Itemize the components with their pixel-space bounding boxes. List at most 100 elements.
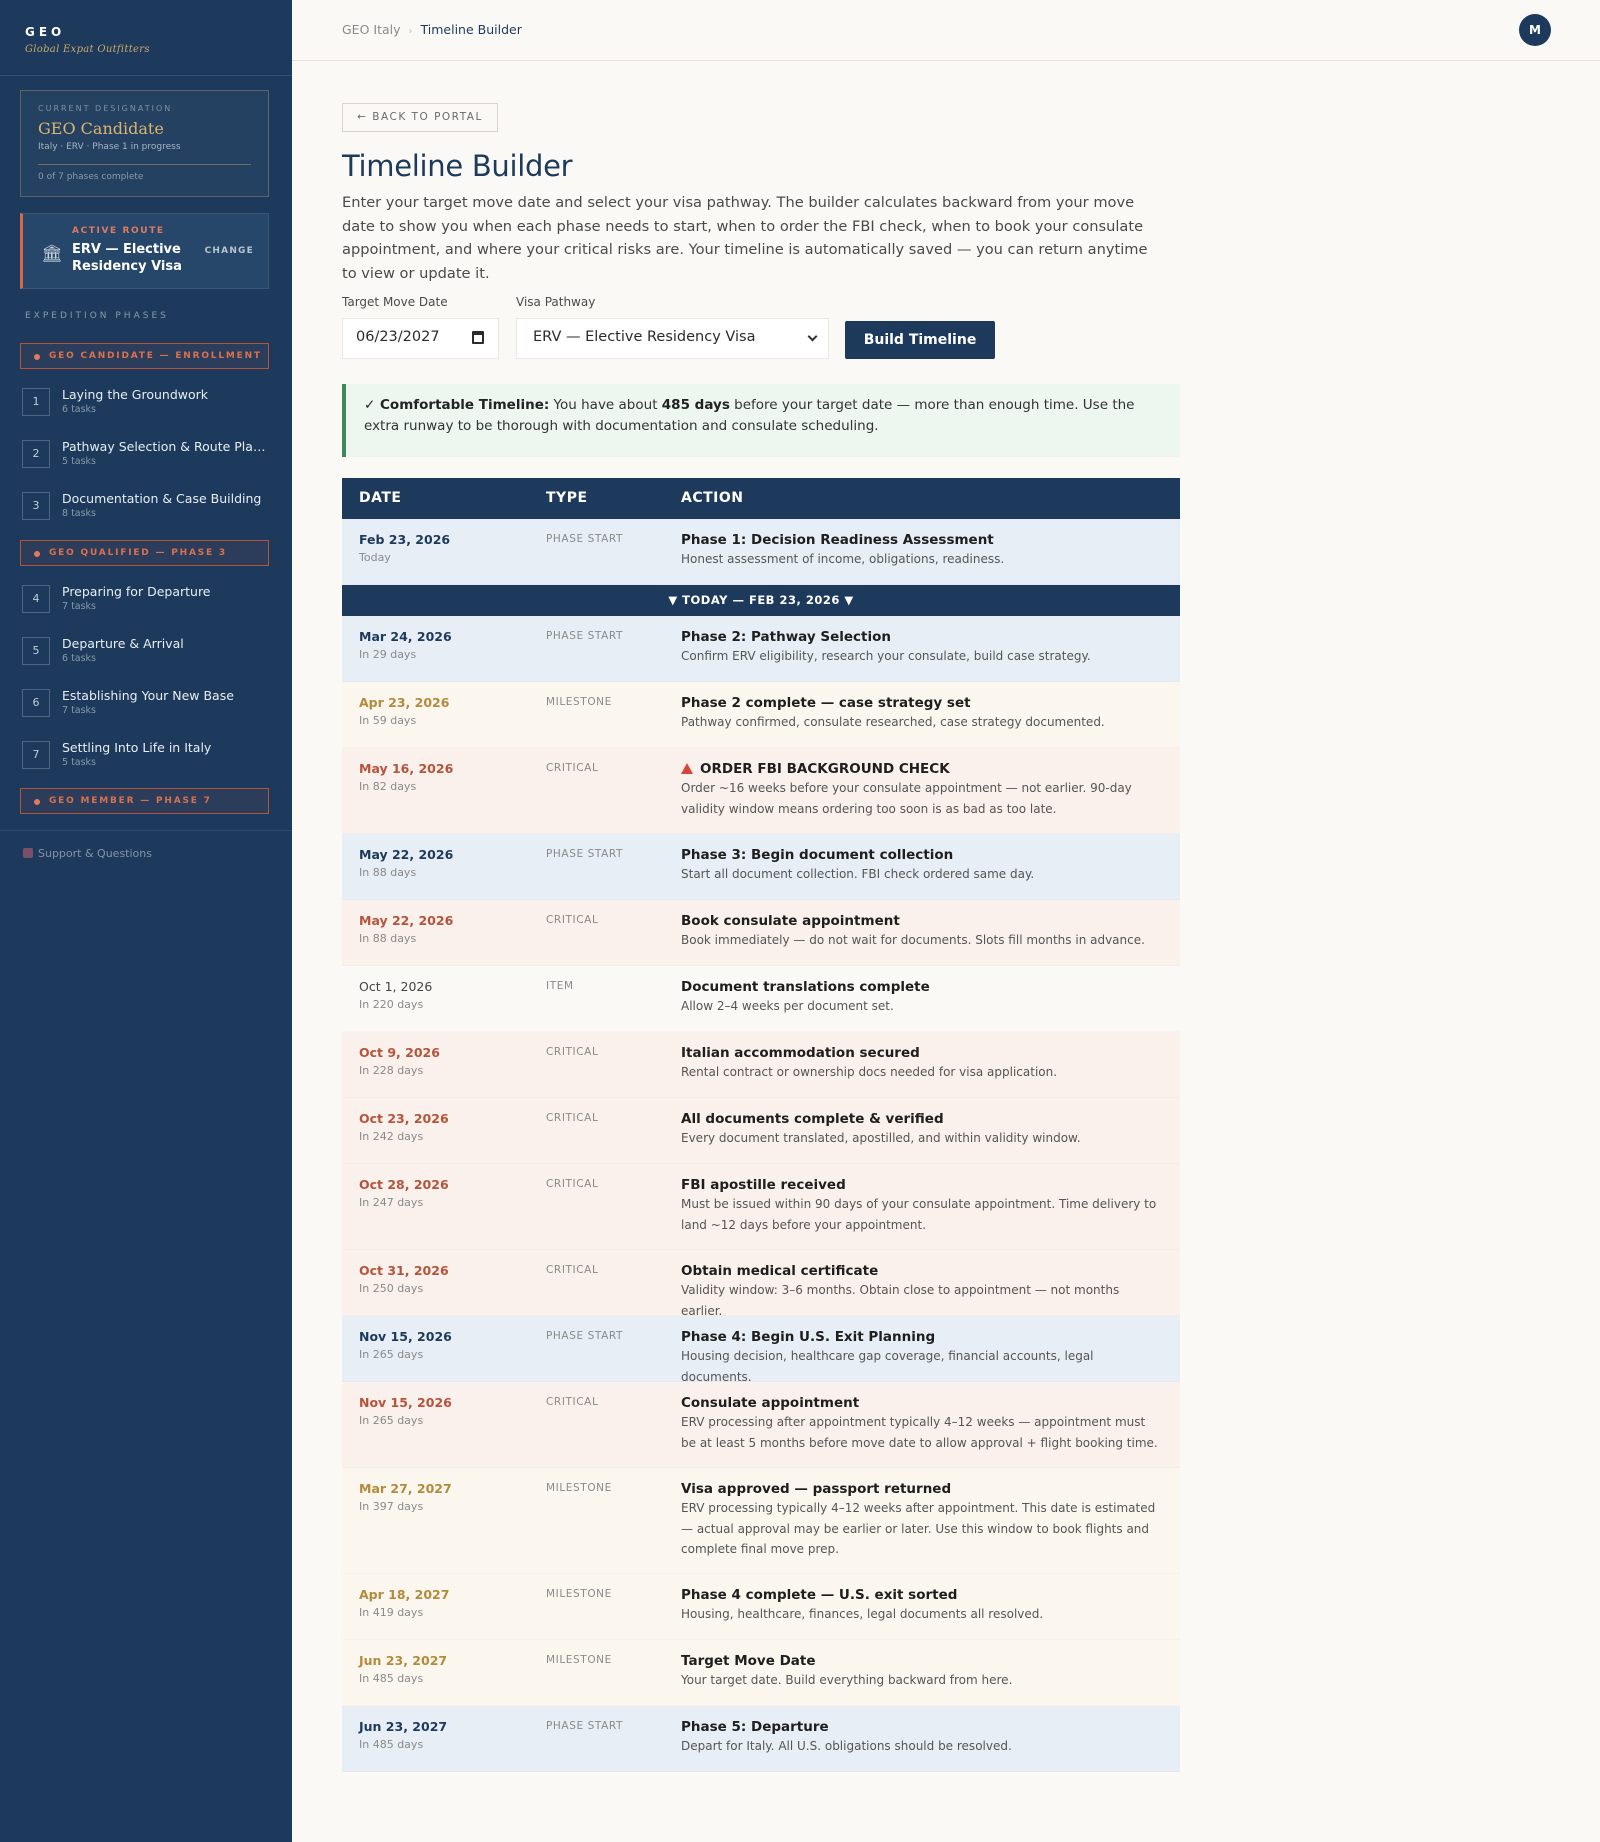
- table-row: Feb 23, 2026 Today PHASE START Phase 1: Dec…: [342, 519, 1180, 585]
- back-to-portal-button[interactable]: ← BACK TO PORTAL: [342, 103, 498, 132]
- row-title: ORDER FBI BACKGROUND CHECK: [681, 761, 1161, 777]
- phase-title: Preparing for Departure: [62, 584, 211, 599]
- phase-number: 3: [22, 492, 50, 520]
- row-type: MILESTONE: [546, 696, 612, 708]
- row-description: Housing, healthcare, finances, legal doc…: [681, 1607, 1044, 1621]
- table-row: Oct 1, 2026 In 220 days ITEM Document trans…: [342, 966, 1180, 1032]
- row-relative-days: In 419 days: [359, 1606, 424, 1619]
- sidebar-phase-2[interactable]: 2 Pathway Selection & Route Planning 5 t…: [22, 439, 272, 480]
- breadcrumb-root[interactable]: GEO Italy: [342, 22, 401, 37]
- row-type: PHASE START: [546, 848, 624, 860]
- target-date-input[interactable]: 06/23/2027: [342, 318, 499, 359]
- row-date: Oct 9, 2026: [359, 1045, 440, 1060]
- designation-progress-bar: [38, 164, 251, 165]
- sidebar-phase-4[interactable]: 4 Preparing for Departure 7 tasks: [22, 584, 272, 625]
- row-type: CRITICAL: [546, 1178, 599, 1190]
- row-date: Mar 24, 2026: [359, 629, 452, 644]
- row-date: Jun 23, 2027: [359, 1719, 448, 1734]
- table-row: Apr 23, 2026 In 59 days MILESTONE Phase 2 c…: [342, 682, 1180, 748]
- row-date: Jun 23, 2027: [359, 1653, 448, 1668]
- row-title-text: Phase 5: Departure: [681, 1719, 829, 1735]
- row-description: Book immediately — do not wait for docum…: [681, 933, 1145, 947]
- row-type: CRITICAL: [546, 1046, 599, 1058]
- brand[interactable]: GEO Global Expat Outfitters: [0, 0, 292, 76]
- row-action: Phase 1: Decision Readiness Assessment Ho…: [681, 532, 1161, 570]
- row-action: Phase 4 complete — U.S. exit sorted Housi…: [681, 1587, 1161, 1625]
- row-date: May 16, 2026: [359, 761, 454, 776]
- visa-pathway-value: ERV — Elective Residency Visa: [533, 329, 756, 345]
- phase-number: 4: [22, 585, 50, 613]
- table-row: Nov 15, 2026 In 265 days PHASE START Phase …: [342, 1316, 1180, 1384]
- row-date: Apr 23, 2026: [359, 695, 450, 710]
- row-title: Phase 5: Departure: [681, 1719, 1161, 1735]
- row-description: Must be issued within 90 days of your co…: [681, 1197, 1157, 1232]
- table-row: Nov 15, 2026 In 265 days CRITICAL Consulate…: [342, 1382, 1180, 1468]
- row-title-text: Phase 3: Begin document collection: [681, 847, 954, 863]
- row-action: Phase 3: Begin document collection Start …: [681, 847, 1161, 885]
- build-timeline-button[interactable]: Build Timeline: [845, 321, 995, 359]
- phase-title: Pathway Selection & Route Planning: [62, 439, 267, 454]
- table-body: Feb 23, 2026 Today PHASE START Phase 1: Dec…: [342, 519, 1180, 1772]
- row-relative-days: In 265 days: [359, 1414, 424, 1427]
- support-label: Support & Questions: [38, 847, 152, 860]
- row-date: Oct 23, 2026: [359, 1111, 449, 1126]
- phase-number: 7: [22, 741, 50, 769]
- table-header: DATE TYPE ACTION: [342, 478, 1180, 519]
- table-row: Oct 23, 2026 In 242 days CRITICAL All docum…: [342, 1098, 1180, 1164]
- row-action: All documents complete & verified Every d…: [681, 1111, 1161, 1149]
- brand-tagline: Global Expat Outfitters: [25, 44, 150, 55]
- phase-number: 6: [22, 689, 50, 717]
- row-title: Phase 2 complete — case strategy set: [681, 695, 1161, 711]
- visa-pathway-select[interactable]: ERV — Elective Residency Visa: [516, 318, 829, 359]
- phase-number: 5: [22, 637, 50, 665]
- change-route-button[interactable]: CHANGE: [205, 246, 254, 256]
- designation-card: CURRENT DESIGNATION GEO Candidate Italy …: [20, 90, 269, 197]
- row-title: Phase 4 complete — U.S. exit sorted: [681, 1587, 1161, 1603]
- header-action: ACTION: [681, 490, 744, 506]
- row-type: MILESTONE: [546, 1588, 612, 1600]
- row-title-text: Obtain medical certificate: [681, 1263, 879, 1279]
- row-action: Book consulate appointment Book immediate…: [681, 913, 1161, 951]
- section-tag-qualified: GEO QUALIFIED — PHASE 3: [20, 540, 269, 566]
- row-title-text: Target Move Date: [681, 1653, 816, 1669]
- row-title-text: Phase 1: Decision Readiness Assessment: [681, 532, 994, 548]
- row-title-text: Consulate appointment: [681, 1395, 860, 1411]
- target-date-label: Target Move Date: [342, 295, 448, 309]
- section-tag-member: GEO MEMBER — PHASE 7: [20, 788, 269, 814]
- row-type: CRITICAL: [546, 1112, 599, 1124]
- designation-subtitle: Italy · ERV · Phase 1 in progress: [38, 142, 181, 152]
- timeline-table: DATE TYPE ACTION Feb 23, 2026 Today PHASE …: [342, 478, 1180, 1772]
- phases-heading: EXPEDITION PHASES: [25, 311, 169, 321]
- row-description: Confirm ERV eligibility, research your c…: [681, 649, 1091, 663]
- row-relative-days: In 247 days: [359, 1196, 424, 1209]
- table-row: Mar 27, 2027 In 397 days MILESTONE Visa app…: [342, 1468, 1180, 1574]
- sidebar-phase-3[interactable]: 3 Documentation & Case Building 8 tasks: [22, 491, 272, 532]
- sidebar-phase-5[interactable]: 5 Departure & Arrival 6 tasks: [22, 636, 272, 677]
- header-date: DATE: [359, 490, 402, 506]
- table-row: Oct 31, 2026 In 250 days CRITICAL Obtain me…: [342, 1250, 1180, 1318]
- row-relative-days: In 88 days: [359, 866, 417, 879]
- banner-lead: ✓ Comfortable Timeline:: [364, 397, 550, 413]
- phase-tasks: 8 tasks: [62, 508, 97, 519]
- row-relative-days: In 242 days: [359, 1130, 424, 1143]
- row-type: CRITICAL: [546, 762, 599, 774]
- sidebar-phase-6[interactable]: 6 Establishing Your New Base 7 tasks: [22, 688, 272, 729]
- row-action: Phase 2: Pathway Selection Confirm ERV el…: [681, 629, 1161, 667]
- row-title: FBI apostille received: [681, 1177, 1161, 1193]
- avatar[interactable]: M: [1519, 14, 1551, 46]
- support-link[interactable]: Support & Questions: [23, 847, 152, 860]
- phase-title: Establishing Your New Base: [62, 688, 234, 703]
- row-action: Phase 4: Begin U.S. Exit Planning Housing…: [681, 1329, 1161, 1387]
- calendar-icon[interactable]: [472, 331, 484, 344]
- today-marker: ▼ TODAY — FEB 23, 2026 ▼: [342, 585, 1180, 616]
- row-relative-days: In 397 days: [359, 1500, 424, 1513]
- bank-icon: 🏛: [41, 244, 63, 264]
- route-name: ERV — Elective Residency Visa: [72, 242, 182, 274]
- sidebar-phase-1[interactable]: 1 Laying the Groundwork 6 tasks: [22, 387, 272, 428]
- row-title-text: Phase 4 complete — U.S. exit sorted: [681, 1587, 958, 1603]
- row-description: ERV processing after appointment typical…: [681, 1415, 1158, 1450]
- sidebar-divider: [0, 830, 292, 831]
- sidebar-phase-7[interactable]: 7 Settling Into Life in Italy 5 tasks: [22, 740, 272, 781]
- row-type: CRITICAL: [546, 1264, 599, 1276]
- row-relative-days: In 265 days: [359, 1348, 424, 1361]
